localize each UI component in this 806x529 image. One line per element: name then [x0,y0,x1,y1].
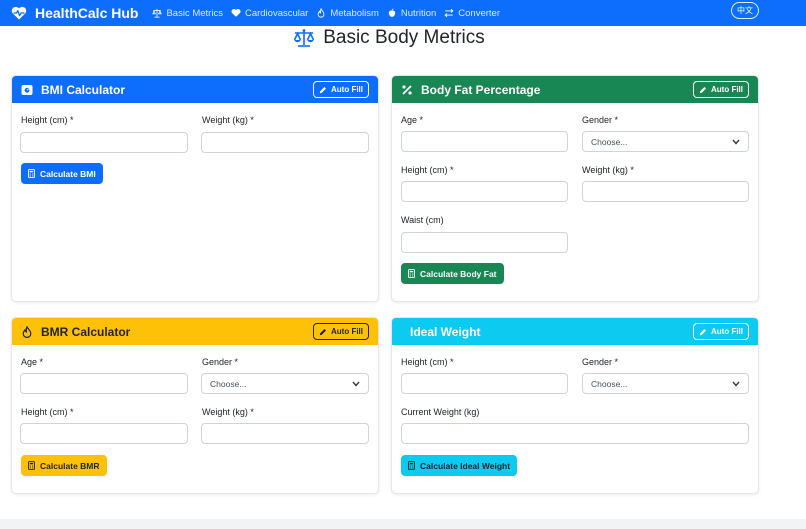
pencil-icon [699,328,707,335]
main-nav: Basic Metrics Cardiovascular Metabolism … [152,8,508,19]
calculate-body-fat-button[interactable]: Calculate Body Fat [401,263,504,284]
bmi-title: BMI Calculator [41,82,126,97]
calculator-icon [408,461,415,470]
body-fat-height-label: Height (cm) * [401,165,454,175]
chevron-down-icon [732,381,740,387]
pencil-icon [319,328,327,335]
brand-name: HealthCalc Hub [35,5,139,21]
ideal-weight-auto-fill-button[interactable]: Auto Fill [693,323,749,340]
heart-pulse-icon [11,6,27,20]
page-title-text: Basic Body Metrics [323,27,485,48]
page-title: Basic Body Metrics [0,27,778,49]
bmr-weight-input[interactable] [201,423,369,444]
nav-label: Converter [458,7,500,19]
scale-icon [152,8,163,18]
nav-cardiovascular[interactable]: Cardiovascular [231,8,308,19]
bmi-weight-input[interactable] [201,132,369,153]
gender-select-value: Choose... [591,378,628,389]
bmr-gender-select[interactable]: Choose... [201,373,369,394]
calculator-icon [28,169,35,178]
bmi-card: BMI Calculator Auto Fill Height (cm) * W… [11,75,379,302]
ideal-gender-label: Gender * [582,357,619,367]
flame-icon [317,8,325,18]
calculator-icon [28,461,35,470]
ideal-height-label: Height (cm) * [401,357,454,367]
body-fat-age-input[interactable] [401,131,568,152]
ideal-weight-title: Ideal Weight [410,324,481,339]
body-fat-gender-label: Gender * [582,115,619,125]
calculate-bmr-label: Calculate BMR [40,460,100,471]
bmi-height-input[interactable] [20,132,188,153]
body-fat-title: Body Fat Percentage [421,82,541,97]
body-fat-height-input[interactable] [401,181,568,202]
nav-label: Metabolism [330,7,379,19]
body-fat-auto-fill-button[interactable]: Auto Fill [693,81,749,98]
bmr-card-header: BMR Calculator Auto Fill [12,318,378,345]
nav-basic-metrics[interactable]: Basic Metrics [152,7,223,19]
body-fat-weight-label: Weight (kg) * [582,165,634,175]
pencil-icon [319,86,327,93]
calculator-bmi-icon [21,84,33,95]
body-fat-age-label: Age * [401,115,424,125]
bmr-weight-label: Weight (kg) * [202,407,254,417]
gender-select-value: Choose... [210,378,247,389]
chevron-down-icon [732,139,740,145]
chevron-down-icon [352,381,360,387]
ideal-gender-select[interactable]: Choose... [582,373,749,394]
ideal-current-weight-input[interactable] [401,423,749,444]
brand-link[interactable]: HealthCalc Hub [11,5,138,21]
pencil-icon [699,86,707,93]
calculate-ideal-weight-button[interactable]: Calculate Ideal Weight [401,455,518,476]
swap-icon [444,8,454,18]
top-navbar: HealthCalc Hub Basic Metrics Cardiovascu… [0,0,806,26]
bmr-age-label: Age * [21,357,44,367]
auto-fill-label: Auto Fill [331,327,363,336]
page-footer-strip [0,519,806,529]
flame-icon [22,325,32,338]
calculate-bmr-button[interactable]: Calculate BMR [21,455,107,476]
nav-label: Nutrition [400,7,437,19]
bmr-card: BMR Calculator Auto Fill Age * Gender * … [11,317,379,494]
calculate-ideal-weight-label: Calculate Ideal Weight [420,460,511,471]
nav-label: Basic Metrics [166,7,223,19]
auto-fill-label: Auto Fill [711,85,743,94]
calculate-bmi-button[interactable]: Calculate BMI [21,163,103,184]
body-fat-waist-input[interactable] [401,232,568,253]
ideal-height-input[interactable] [401,373,568,394]
bmr-auto-fill-button[interactable]: Auto Fill [313,323,369,340]
ideal-weight-card-header: Ideal Weight Auto Fill [392,318,758,345]
calculate-body-fat-label: Calculate Body Fat [420,268,497,279]
body-fat-card: Body Fat Percentage Auto Fill Age * Gend… [391,75,759,302]
ideal-weight-card: Ideal Weight Auto Fill Height (cm) * Gen… [391,317,759,494]
bmr-height-input[interactable] [20,423,188,444]
body-fat-card-header: Body Fat Percentage Auto Fill [392,76,758,103]
bmi-auto-fill-button[interactable]: Auto Fill [313,81,369,98]
heart-icon [231,9,241,17]
nav-label: Cardiovascular [244,7,309,19]
calculate-bmi-label: Calculate BMI [40,168,96,179]
bmi-height-label: Height (cm) * [21,115,74,125]
bmr-gender-label: Gender * [202,357,239,367]
calculator-icon [408,269,415,278]
apple-icon [388,8,396,17]
body-fat-weight-input[interactable] [582,181,749,202]
ideal-current-weight-label: Current Weight (kg) [401,407,480,417]
bmi-weight-label: Weight (kg) * [202,115,254,125]
scale-icon [293,29,315,47]
bmr-height-label: Height (cm) * [21,407,74,417]
body-fat-waist-label: Waist (cm) [401,215,444,225]
gender-select-value: Choose... [591,136,628,147]
bmr-age-input[interactable] [20,373,188,394]
language-toggle-button[interactable]: 中文 [731,2,759,19]
bmi-card-header: BMI Calculator Auto Fill [12,76,378,103]
percent-icon [402,84,412,95]
nav-converter[interactable]: Converter [444,8,500,19]
auto-fill-label: Auto Fill [711,327,743,336]
bmr-title: BMR Calculator [41,324,131,339]
nav-metabolism[interactable]: Metabolism [316,8,379,19]
nav-nutrition[interactable]: Nutrition [387,8,436,19]
auto-fill-label: Auto Fill [331,85,363,94]
body-fat-gender-select[interactable]: Choose... [582,131,749,152]
